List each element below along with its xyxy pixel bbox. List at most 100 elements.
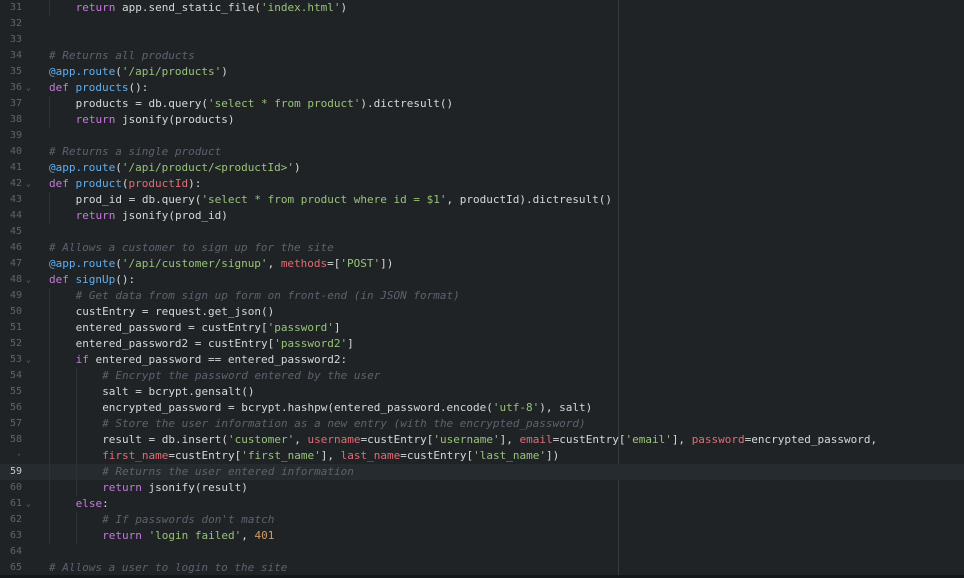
line-number: 46 xyxy=(9,242,22,253)
code-token: # Returns all products xyxy=(49,49,195,62)
code-text: # If passwords don't match xyxy=(102,512,274,528)
code-text: def products(): xyxy=(49,80,148,96)
line-number: 53 xyxy=(9,354,22,365)
code-line[interactable]: encrypted_password = bcrypt.hashpw(enter… xyxy=(40,400,964,416)
code-line[interactable]: # Allows a user to login to the site xyxy=(40,560,964,576)
code-line[interactable] xyxy=(40,128,964,144)
chevron-down-icon[interactable]: ⌄ xyxy=(26,496,31,512)
code-line[interactable]: # Allows a customer to sign up for the s… xyxy=(40,240,964,256)
code-token: # Store the user information as a new en… xyxy=(102,417,586,430)
code-line[interactable]: first_name=custEntry['first_name'], last… xyxy=(40,448,964,464)
code-line[interactable] xyxy=(40,32,964,48)
chevron-down-icon[interactable]: ⌄ xyxy=(26,352,31,368)
code-line[interactable]: prod_id = db.query('select * from produc… xyxy=(40,192,964,208)
code-line[interactable]: entered_password = custEntry['password'] xyxy=(40,320,964,336)
gutter-row: 48 ⌄ xyxy=(0,272,40,288)
code-token: first_name xyxy=(102,449,169,462)
code-text: if entered_password == entered_password2… xyxy=(76,352,348,368)
code-token: app.send_static_file( xyxy=(115,1,262,14)
code-token: 'utf-8' xyxy=(492,401,540,414)
code-line[interactable] xyxy=(40,224,964,240)
code-token: # Encrypt the password entered by the us… xyxy=(102,369,381,382)
code-line[interactable] xyxy=(40,16,964,32)
code-line[interactable]: # Encrypt the password entered by the us… xyxy=(40,368,964,384)
code-token: return xyxy=(75,113,116,126)
code-token: encrypted_password = bcrypt.hashpw(enter… xyxy=(102,401,493,414)
code-line[interactable] xyxy=(40,544,964,560)
line-number: 34 xyxy=(9,50,22,61)
code-token: ], xyxy=(499,433,520,446)
code-line[interactable]: return 'login failed', 401 xyxy=(40,528,964,544)
chevron-down-icon[interactable]: ⌄ xyxy=(26,272,31,288)
line-number: 59 xyxy=(9,466,22,477)
gutter-row: 49 xyxy=(0,288,40,304)
code-text: @app.route('/api/product/<productId>') xyxy=(49,160,301,176)
code-token: 401 xyxy=(254,529,275,542)
indent-guide xyxy=(49,0,50,16)
code-line[interactable]: # Returns all products xyxy=(40,48,964,64)
line-number-gutter[interactable]: 31 32 33 34 35 36 ⌄ 37 38 39 40 41 42 ⌄ 43 44 45 46 47 48 ⌄ 4… xyxy=(0,0,40,578)
code-token: productId xyxy=(128,177,189,190)
code-text: # Get data from sign up form on front-en… xyxy=(76,288,460,304)
code-text: # Returns all products xyxy=(49,48,195,64)
line-number: 64 xyxy=(9,546,22,557)
indent-guide xyxy=(49,336,50,352)
gutter-row: 45 xyxy=(0,224,40,240)
code-line[interactable]: # Store the user information as a new en… xyxy=(40,416,964,432)
code-token: =custEntry[ xyxy=(552,433,626,446)
code-line[interactable]: # If passwords don't match xyxy=(40,512,964,528)
code-editor[interactable]: 31 32 33 34 35 36 ⌄ 37 38 39 40 41 42 ⌄ 43 44 45 46 47 48 ⌄ 4… xyxy=(0,0,964,578)
code-line[interactable]: else: xyxy=(40,496,964,512)
code-token: email xyxy=(519,433,553,446)
gutter-row: 61 ⌄ xyxy=(0,496,40,512)
gutter-row: 56 xyxy=(0,400,40,416)
code-text: # Allows a customer to sign up for the s… xyxy=(49,240,334,256)
chevron-down-icon[interactable]: ⌄ xyxy=(26,80,31,96)
code-token: ) xyxy=(294,161,301,174)
code-token: username xyxy=(307,433,361,446)
line-number: 60 xyxy=(9,482,22,493)
code-line[interactable]: # Get data from sign up form on front-en… xyxy=(40,288,964,304)
code-line[interactable]: return jsonify(prod_id) xyxy=(40,208,964,224)
code-text: custEntry = request.get_json() xyxy=(76,304,275,320)
code-line[interactable]: @app.route('/api/products') xyxy=(40,64,964,80)
code-token: 'select * from product where id = $1' xyxy=(201,193,447,206)
code-line[interactable]: entered_password2 = custEntry['password2… xyxy=(40,336,964,352)
code-text: entered_password2 = custEntry['password2… xyxy=(76,336,354,352)
code-line[interactable]: return app.send_static_file('index.html'… xyxy=(40,0,964,16)
code-line[interactable]: products = db.query('select * from produ… xyxy=(40,96,964,112)
code-line[interactable]: return jsonify(products) xyxy=(40,112,964,128)
code-token: 'last_name' xyxy=(473,449,546,462)
code-token: @app.route xyxy=(49,161,116,174)
code-line[interactable]: def products(): xyxy=(40,80,964,96)
code-token: , xyxy=(267,257,281,270)
gutter-row: 65 xyxy=(0,560,40,576)
code-line[interactable]: def signUp(): xyxy=(40,272,964,288)
indent-guide xyxy=(49,464,50,480)
indent-guide xyxy=(49,496,50,512)
code-token: , xyxy=(294,433,308,446)
code-line[interactable]: # Returns the user entered information xyxy=(40,464,964,480)
code-line[interactable]: if entered_password == entered_password2… xyxy=(40,352,964,368)
code-line[interactable]: @app.route('/api/customer/signup', metho… xyxy=(40,256,964,272)
code-text: return jsonify(products) xyxy=(76,112,235,128)
code-token: result = db.insert( xyxy=(102,433,229,446)
code-line[interactable]: def product(productId): xyxy=(40,176,964,192)
code-line[interactable]: # Returns a single product xyxy=(40,144,964,160)
code-token: 'password' xyxy=(267,321,334,334)
code-line[interactable]: salt = bcrypt.gensalt() xyxy=(40,384,964,400)
code-token: =[ xyxy=(327,257,341,270)
code-token: @app.route xyxy=(49,65,116,78)
chevron-down-icon[interactable]: ⌄ xyxy=(26,176,31,192)
code-line[interactable]: return jsonify(result) xyxy=(40,480,964,496)
code-token: custEntry = request.get_json() xyxy=(75,305,275,318)
line-number: 35 xyxy=(9,66,22,77)
gutter-row: · xyxy=(0,448,40,464)
code-line[interactable]: @app.route('/api/product/<productId>') xyxy=(40,160,964,176)
code-area[interactable]: return app.send_static_file('index.html'… xyxy=(40,0,964,578)
code-token: =custEntry[ xyxy=(168,449,242,462)
code-line[interactable]: result = db.insert('customer', username=… xyxy=(40,432,964,448)
code-line[interactable]: custEntry = request.get_json() xyxy=(40,304,964,320)
